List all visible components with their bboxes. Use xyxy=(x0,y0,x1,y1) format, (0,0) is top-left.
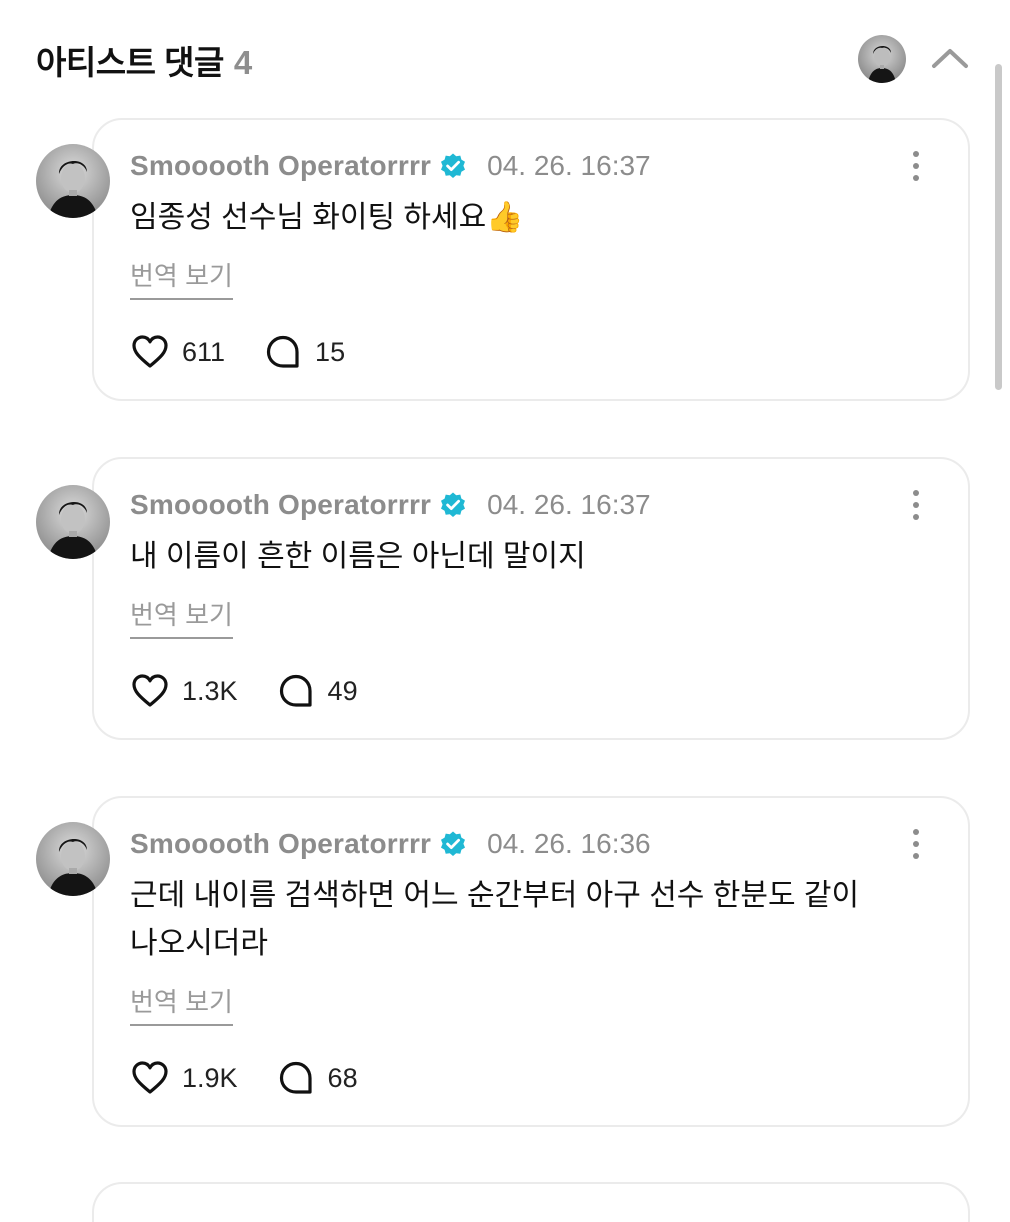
more-options-button[interactable] xyxy=(904,487,928,523)
comment-item: Smooooth Operatorrrr 04. 26. 16:37 내 이름이… xyxy=(0,457,990,741)
verified-badge-icon xyxy=(441,153,466,178)
comment-time: 04. 26. 16:36 xyxy=(487,828,651,859)
translate-link[interactable]: 번역 보기 xyxy=(130,982,233,1026)
section-title-text: 아티스트 댓글 xyxy=(36,44,224,81)
heart-icon xyxy=(132,674,168,707)
speech-bubble-icon xyxy=(279,1061,312,1094)
comment-text: 임종성 선수님 화이팅 하세요👍 xyxy=(130,201,524,234)
like-button[interactable]: 611 xyxy=(130,332,225,372)
comment-meta: Smooooth Operatorrrr 04. 26. 16:37 xyxy=(130,146,651,186)
heart-icon xyxy=(132,335,168,368)
verified-badge-icon xyxy=(441,492,466,517)
reply-count: 68 xyxy=(327,1062,358,1093)
comment-actions: 1.3K 49 xyxy=(130,671,358,711)
reply-count: 15 xyxy=(315,336,346,367)
artist-avatar[interactable] xyxy=(858,35,906,83)
comment-item xyxy=(0,1182,990,1222)
reply-button[interactable]: 68 xyxy=(276,1058,358,1098)
speech-bubble-icon xyxy=(266,335,299,368)
comment-item: Smooooth Operatorrrr 04. 26. 16:36 근데 내이… xyxy=(0,796,990,1128)
more-vertical-icon xyxy=(913,829,919,859)
reply-button[interactable]: 49 xyxy=(276,671,358,711)
collapse-button[interactable] xyxy=(926,38,974,78)
avatar-image xyxy=(36,822,110,896)
comment-meta: Smooooth Operatorrrr 04. 26. 16:37 xyxy=(130,485,651,525)
comment-time: 04. 26. 16:37 xyxy=(487,150,651,181)
avatar-image xyxy=(36,485,110,559)
comment-card: Smooooth Operatorrrr 04. 26. 16:37 임종성 선… xyxy=(92,118,970,401)
reply-count: 49 xyxy=(327,675,358,706)
commenter-avatar[interactable] xyxy=(36,822,110,896)
author-name[interactable]: Smooooth Operatorrrr xyxy=(130,828,431,860)
comment-actions: 611 15 xyxy=(130,332,345,372)
like-button[interactable]: 1.3K xyxy=(130,671,238,711)
commenter-avatar[interactable] xyxy=(36,144,110,218)
comment-time: 04. 26. 16:37 xyxy=(487,489,651,520)
comment-actions: 1.9K 68 xyxy=(130,1058,358,1098)
author-name[interactable]: Smooooth Operatorrrr xyxy=(130,489,431,521)
artist-comments-header: 아티스트 댓글 4 xyxy=(0,0,1010,118)
like-count: 611 xyxy=(182,336,226,367)
more-options-button[interactable] xyxy=(904,826,928,862)
heart-icon xyxy=(132,1061,168,1094)
avatar-image xyxy=(36,144,110,218)
like-count: 1.3K xyxy=(182,675,238,706)
more-vertical-icon xyxy=(913,151,919,181)
translate-link[interactable]: 번역 보기 xyxy=(130,595,233,639)
scrollbar[interactable] xyxy=(995,64,1002,390)
translate-link[interactable]: 번역 보기 xyxy=(130,256,233,300)
comment-count: 4 xyxy=(233,44,252,81)
comment-meta: Smooooth Operatorrrr 04. 26. 16:36 xyxy=(130,824,651,864)
comment-item: Smooooth Operatorrrr 04. 26. 16:37 임종성 선… xyxy=(0,118,990,402)
comment-card xyxy=(92,1182,970,1222)
avatar-image xyxy=(858,35,906,83)
commenter-avatar[interactable] xyxy=(36,485,110,559)
speech-bubble-icon xyxy=(279,674,312,707)
like-button[interactable]: 1.9K xyxy=(130,1058,238,1098)
verified-badge-icon xyxy=(441,831,466,856)
chevron-up-icon xyxy=(932,49,968,68)
comment-text: 내 이름이 흔한 이름은 아닌데 말이지 xyxy=(130,540,586,573)
author-name[interactable]: Smooooth Operatorrrr xyxy=(130,150,431,182)
like-count: 1.9K xyxy=(182,1062,238,1093)
section-title: 아티스트 댓글 4 xyxy=(36,36,252,84)
comment-card: Smooooth Operatorrrr 04. 26. 16:36 근데 내이… xyxy=(92,796,970,1127)
reply-button[interactable]: 15 xyxy=(263,332,345,372)
comment-text: 근데 내이름 검색하면 어느 순간부터 아구 선수 한분도 같이 나오시더라 xyxy=(130,879,860,960)
more-options-button[interactable] xyxy=(904,148,928,184)
comment-card: Smooooth Operatorrrr 04. 26. 16:37 내 이름이… xyxy=(92,457,970,740)
more-vertical-icon xyxy=(913,490,919,520)
